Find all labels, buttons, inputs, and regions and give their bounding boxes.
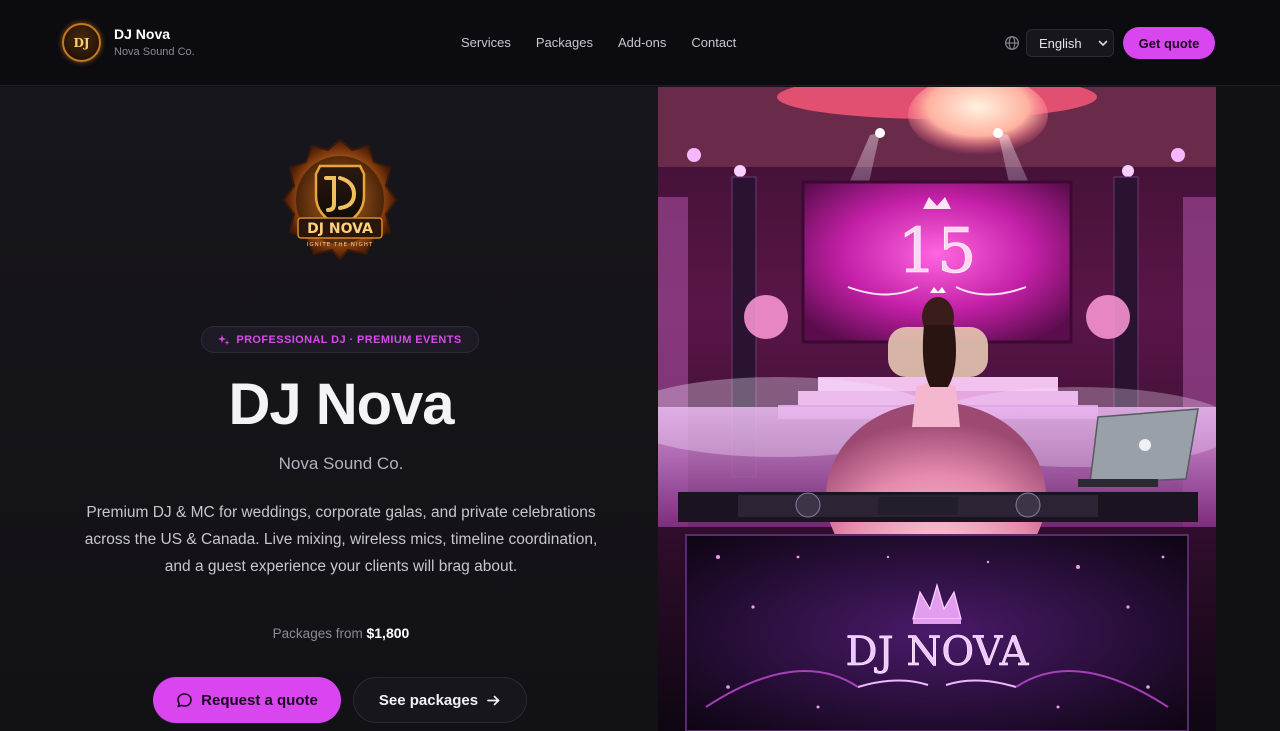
hero-badge-label: PROFESSIONAL DJ · PREMIUM EVENTS — [236, 333, 462, 346]
see-packages-button[interactable]: See packages — [353, 677, 527, 723]
request-quote-label: Request a quote — [201, 691, 318, 709]
page-gutter — [1216, 87, 1280, 731]
language-select-value: English — [1039, 35, 1082, 51]
nav-link-add-ons[interactable]: Add-ons — [618, 35, 666, 50]
nav-link-contact[interactable]: Contact — [691, 35, 736, 50]
brand-name: DJ Nova — [114, 26, 171, 42]
dj-nova-logo: DJ NOVA IGNITE THE NIGHT — [282, 138, 398, 260]
brand-logo: DJ — [62, 23, 101, 62]
hero-price: Packages from $1,800 — [0, 625, 682, 641]
event-stage-illustration: 15 DJ NOVA — [658, 87, 1216, 731]
see-packages-label: See packages — [378, 691, 479, 709]
price-value: $1,800 — [366, 625, 410, 641]
nav-links: Services Packages Add-ons Contact — [461, 35, 761, 50]
nav-link-services[interactable]: Services — [461, 35, 511, 50]
chat-bubble-icon — [177, 692, 192, 707]
arrow-right-icon — [487, 695, 500, 705]
request-quote-button[interactable]: Request a quote — [153, 677, 341, 723]
get-quote-button[interactable]: Get quote — [1123, 27, 1215, 59]
brand-subtitle: Nova Sound Co. — [114, 46, 195, 58]
brand-logo-text: DJ — [73, 35, 90, 50]
hero-subtitle: Nova Sound Co. — [278, 454, 404, 473]
chevron-down-icon — [1098, 40, 1108, 46]
hero-description: Premium DJ & MC for weddings, corporate … — [84, 504, 598, 575]
dj-nova-logo-text: DJ NOVA — [307, 221, 373, 237]
nav-link-packages[interactable]: Packages — [536, 35, 593, 50]
dj-nova-logo-tagline: IGNITE THE NIGHT — [307, 242, 373, 248]
brand[interactable]: DJ DJ Nova Nova Sound Co. — [62, 23, 195, 62]
hero-badge: PROFESSIONAL DJ · PREMIUM EVENTS — [201, 326, 479, 353]
hero-event-photo: 15 DJ NOVA — [658, 87, 1216, 731]
sparkle-icon — [218, 334, 230, 345]
hero-title: DJ Nova — [228, 372, 454, 437]
screen-number: 15 — [898, 214, 977, 287]
language-select[interactable]: English — [1026, 29, 1114, 57]
booth-logo-text: DJ NOVA — [846, 629, 1030, 675]
top-nav: DJ DJ Nova Nova Sound Co. Services Packa… — [0, 0, 1280, 86]
brand-text: DJ Nova Nova Sound Co. — [114, 25, 195, 60]
globe-icon — [1005, 36, 1019, 50]
price-prefix: Packages from — [272, 626, 363, 641]
